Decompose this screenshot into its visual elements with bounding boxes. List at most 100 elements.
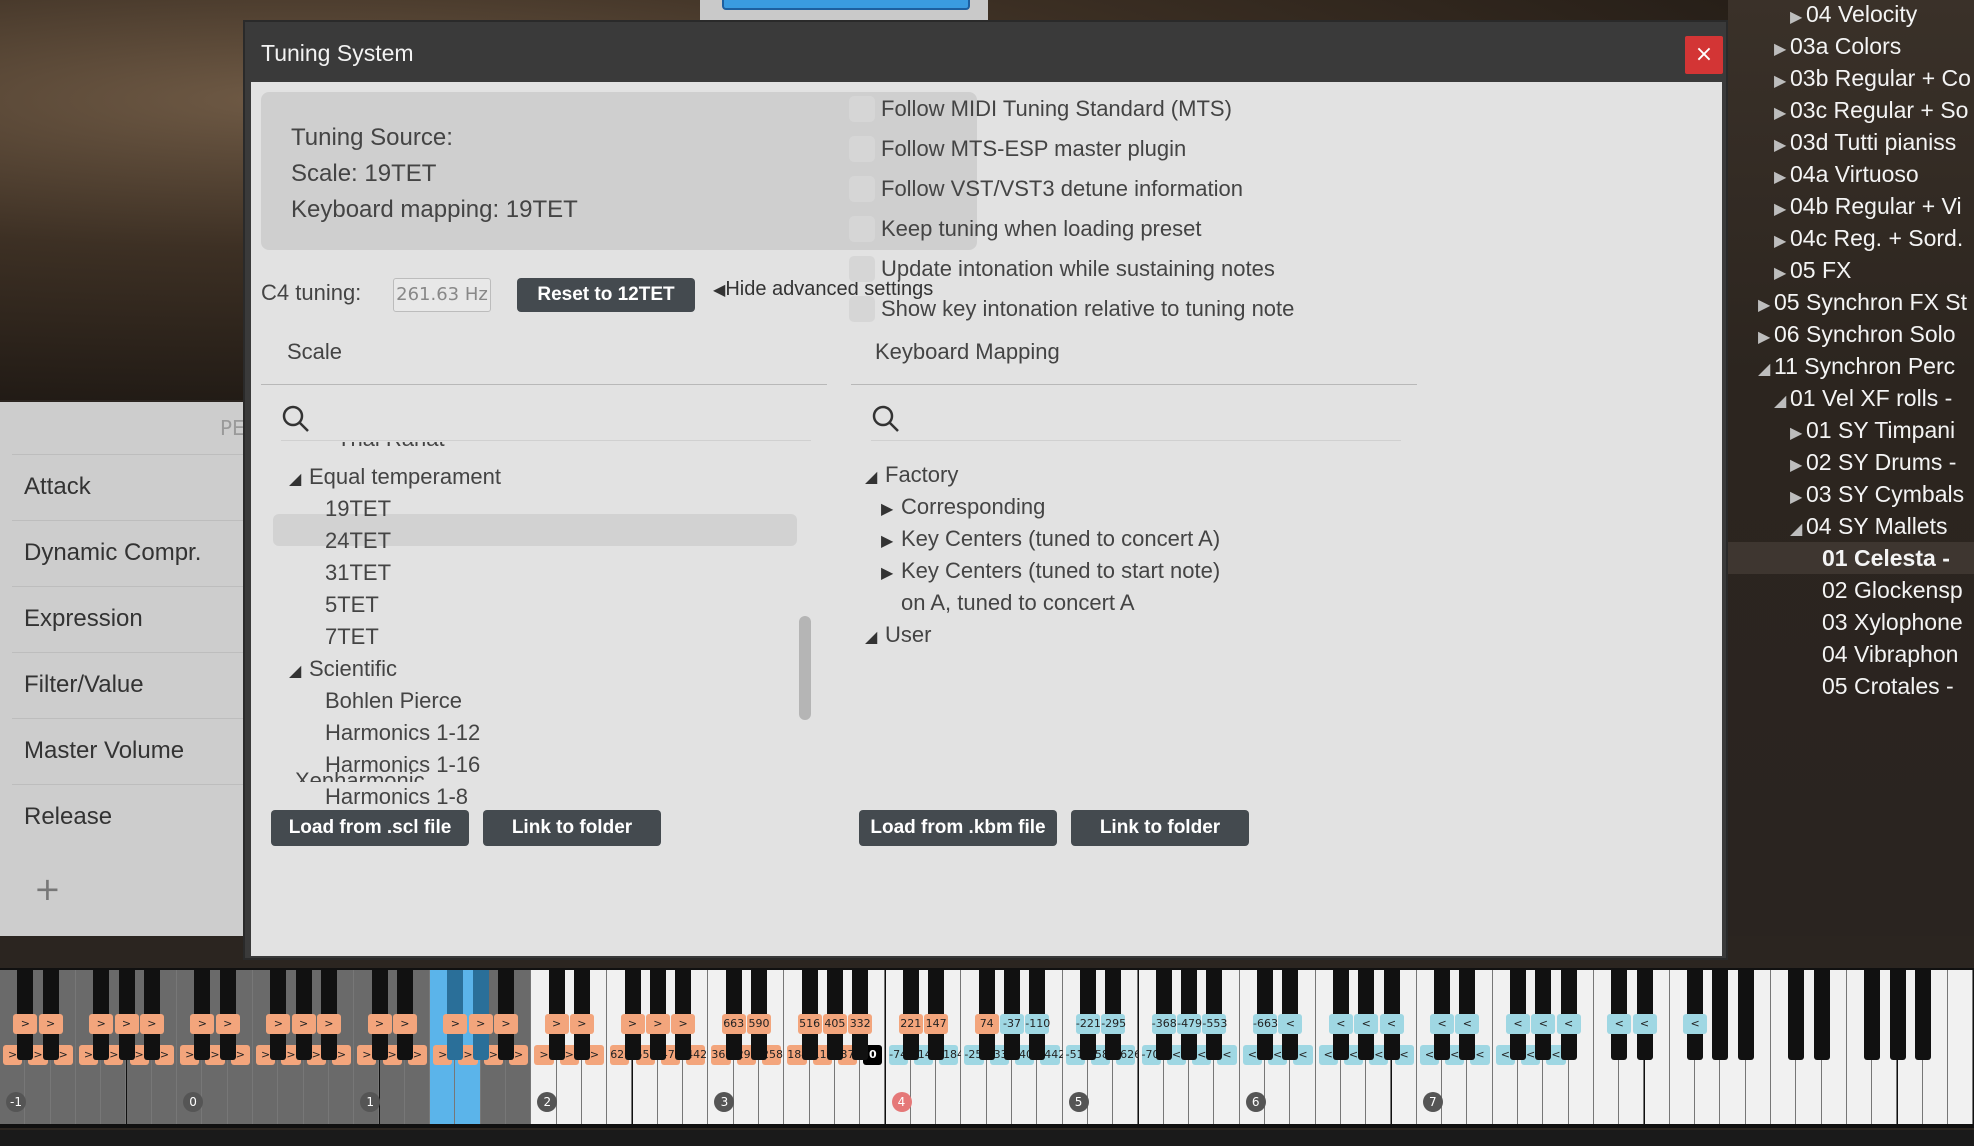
black-key[interactable] <box>1813 970 1830 1060</box>
option-label: Show key intonation relative to tuning n… <box>881 296 1295 321</box>
parameter-item[interactable]: Expression <box>12 586 244 650</box>
piano-keyboard[interactable]: > > > > > > > > > > > > > > > > > > > > > > > >626 553 479 442 368 2… <box>0 968 1974 1128</box>
scale-search-underline <box>281 440 811 441</box>
black-key-badge: -368 <box>1151 1014 1177 1034</box>
preset-item[interactable]: ▶ 01 SY Timpani <box>1790 414 1955 450</box>
triangle-down-icon: ◢ <box>289 471 302 488</box>
parameter-item[interactable]: Release <box>12 784 244 848</box>
black-key[interactable] <box>1788 970 1805 1060</box>
preset-label: 04 SY Mallets <box>1806 513 1948 539</box>
triangle-right-icon: ▶ <box>881 533 894 550</box>
octave-marker: 6 <box>1245 1092 1266 1112</box>
tree-item[interactable]: 5TET <box>305 592 379 618</box>
parameter-item[interactable]: Attack <box>12 454 244 518</box>
black-key[interactable] <box>1712 970 1729 1060</box>
triangle-left-icon: ◀ <box>713 282 726 299</box>
preset-item[interactable]: ▶ 05 Synchron FX St <box>1758 286 1967 322</box>
preset-item[interactable]: 03 Xylophone <box>1806 606 1963 638</box>
parameter-item[interactable]: Filter/Value <box>12 652 244 716</box>
tree-item[interactable]: ◢ Factory <box>865 462 958 488</box>
tree-item-label: on A, tuned to concert A <box>901 590 1135 615</box>
preset-item[interactable]: ▶ 03b Regular + Co <box>1774 62 1971 98</box>
load-scl-button[interactable]: Load from .scl file <box>271 810 469 846</box>
tree-item[interactable]: 24TET <box>305 528 391 554</box>
preset-item[interactable]: 04 Vibraphon <box>1806 638 1958 670</box>
preset-item[interactable]: ◢ 01 Vel XF rolls - <box>1774 382 1952 418</box>
preset-label: 04 Vibraphon <box>1822 641 1959 667</box>
dialog-title: Tuning System <box>261 40 414 66</box>
preset-item[interactable]: ▶ 03a Colors <box>1774 30 1901 66</box>
black-key-badge: -295 <box>1101 1014 1126 1034</box>
preset-item[interactable]: 02 Glockensp <box>1806 574 1963 606</box>
black-key-badge: > <box>266 1014 291 1034</box>
checkbox-box[interactable] <box>849 256 875 282</box>
parameter-item[interactable]: Master Volume <box>12 718 244 782</box>
tree-item[interactable]: ◢ Scientific <box>289 656 397 682</box>
tree-item[interactable]: 7TET <box>305 624 379 650</box>
load-kbm-button[interactable]: Load from .kbm file <box>859 810 1057 846</box>
keyboard-scrollbar[interactable] <box>0 1130 1974 1146</box>
tree-item[interactable]: on A, tuned to concert A <box>881 590 1135 616</box>
checkbox-box[interactable] <box>849 296 875 322</box>
tree-item-label: Bohlen Pierce <box>325 688 462 713</box>
checkbox-box[interactable] <box>849 176 875 202</box>
tree-item[interactable]: ◢ User <box>865 622 931 648</box>
reset-12tet-button[interactable]: Reset to 12TET <box>517 278 695 312</box>
mapping-search-icon[interactable] <box>871 404 901 434</box>
preset-item[interactable]: ▶ 04c Reg. + Sord. <box>1774 222 1963 258</box>
black-key-badge: 663 <box>721 1014 746 1034</box>
scale-search-icon[interactable] <box>281 404 311 434</box>
preset-item[interactable]: 01 Celesta - <box>1806 542 1950 574</box>
black-key-badge: > <box>114 1014 139 1034</box>
parameter-panel: PE Attack Dynamic Compr. Expression Filter/… <box>0 402 245 936</box>
tree-item[interactable]: ▶ Key Centers (tuned to start note) <box>881 558 1220 584</box>
preset-item[interactable]: ▶ 04 Velocity <box>1790 0 1917 34</box>
scale-section-title: Scale <box>287 339 343 364</box>
mapping-link-folder-button[interactable]: Link to folder <box>1071 810 1249 846</box>
preset-item[interactable]: ◢ 04 SY Mallets <box>1790 510 1947 546</box>
black-key[interactable] <box>1914 970 1931 1060</box>
tree-item[interactable]: 31TET <box>305 560 391 586</box>
black-key[interactable] <box>1864 970 1881 1060</box>
parameter-item[interactable]: Dynamic Compr. <box>12 520 244 584</box>
scale-link-folder-button[interactable]: Link to folder <box>483 810 661 846</box>
preset-item[interactable]: ▶ 04a Virtuoso <box>1774 158 1919 194</box>
black-key[interactable] <box>1889 970 1906 1060</box>
tree-item-label: Key Centers (tuned to concert A) <box>901 526 1221 551</box>
preset-item[interactable]: ◢ 11 Synchron Perc <box>1758 350 1955 386</box>
preset-item[interactable]: ▶ 03d Tutti pianiss <box>1774 126 1956 162</box>
preset-item[interactable]: ▶ 05 FX <box>1774 254 1851 290</box>
mapping-search-underline <box>871 440 1401 441</box>
preset-item[interactable]: ▶ 06 Synchron Solo <box>1758 318 1956 354</box>
octave-marker: 0 <box>183 1092 204 1112</box>
c4-tuning-input[interactable]: 261.63 Hz <box>393 278 491 312</box>
preset-item[interactable]: ▶ 03c Regular + So <box>1774 94 1968 130</box>
checkbox-box[interactable] <box>849 96 875 122</box>
tree-item[interactable]: Harmonics 1-8 <box>305 784 468 810</box>
black-key-badge: < <box>1328 1014 1353 1034</box>
black-key-badge: 221 <box>898 1014 923 1034</box>
black-key[interactable] <box>1737 970 1754 1060</box>
preset-item[interactable]: 05 Crotales - <box>1806 670 1954 702</box>
checkbox-box[interactable] <box>849 136 875 162</box>
preset-item[interactable]: ▶ 03 SY Cymbals <box>1790 478 1964 514</box>
tree-item[interactable]: ▶ Key Centers (tuned to concert A) <box>881 526 1220 552</box>
preset-item[interactable]: ▶ 04b Regular + Vi <box>1774 190 1962 226</box>
tree-item[interactable]: 19TET <box>305 496 391 522</box>
black-key-badge: > <box>215 1014 240 1034</box>
scale-list-scrollbar[interactable] <box>799 616 811 720</box>
tree-item[interactable]: ▶ Corresponding <box>881 494 1045 520</box>
scale-partial-top: Thai Ranat <box>337 442 537 456</box>
tree-item[interactable]: Harmonics 1-12 <box>305 720 480 746</box>
preset-item[interactable]: ▶ 02 SY Drums - <box>1790 446 1956 482</box>
tree-item[interactable]: Bohlen Pierce <box>305 688 462 714</box>
add-parameter-button[interactable]: + <box>34 870 61 908</box>
close-button[interactable]: × <box>1685 36 1723 74</box>
black-key-badge: < <box>1607 1014 1632 1034</box>
tree-item[interactable]: ◢ Equal temperament <box>289 464 501 490</box>
checkbox-box[interactable] <box>849 216 875 242</box>
white-key[interactable] <box>1948 970 1974 1124</box>
top-tab-indicator <box>722 0 970 10</box>
top-tab[interactable] <box>700 0 988 22</box>
black-key-badge: > <box>139 1014 164 1034</box>
